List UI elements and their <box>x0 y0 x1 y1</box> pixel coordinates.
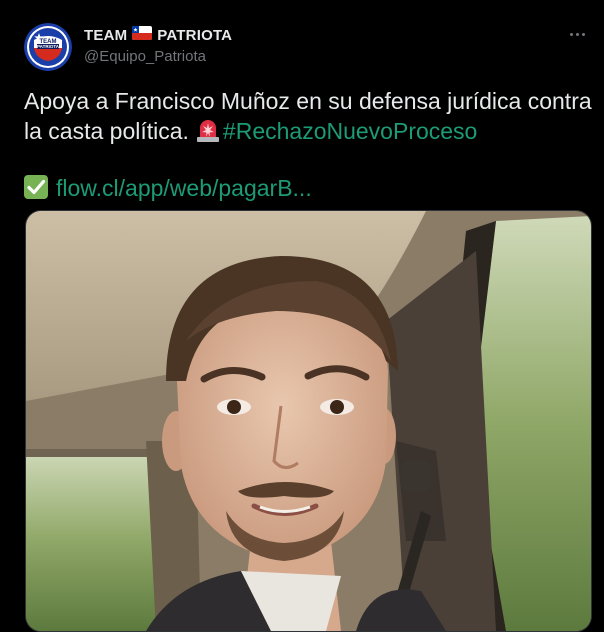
tweet-photo[interactable] <box>25 210 592 632</box>
tweet-line-1: Apoya a Francisco Muñoz en su defensa ju… <box>24 88 592 114</box>
tweet-line-2: la casta política. #RechazoNuevoProceso <box>24 116 599 149</box>
external-link[interactable]: flow.cl/app/web/pagarB... <box>56 175 312 201</box>
avatar-text-bottom: PATRIOTA <box>37 44 60 49</box>
author-info: TEAM PATRIOTA @Equipo_Patriota <box>84 26 232 66</box>
avatar[interactable]: TEAM PATRIOTA <box>24 23 72 71</box>
team-patriota-logo: TEAM PATRIOTA <box>24 23 72 71</box>
rotating-light-icon <box>195 118 221 149</box>
display-name-part2: PATRIOTA <box>157 26 233 44</box>
hashtag-link[interactable]: #RechazoNuevoProceso <box>223 118 477 144</box>
more-dot-icon <box>575 32 579 36</box>
chile-flag-icon <box>132 26 153 45</box>
more-options-button[interactable] <box>564 24 590 44</box>
check-mark-button-icon <box>24 175 48 206</box>
more-dot-icon <box>581 32 585 36</box>
more-dot-icon <box>569 32 573 36</box>
display-name[interactable]: TEAM PATRIOTA <box>84 26 232 45</box>
tweet[interactable]: TEAM PATRIOTA TEAM PATRIOTA @Equipo_Patr… <box>0 0 604 632</box>
tweet-text: Apoya a Francisco Muñoz en su defensa ju… <box>24 86 599 206</box>
tweet-link-line: flow.cl/app/web/pagarB... <box>24 173 599 206</box>
selfie-photo <box>26 211 591 631</box>
display-name-part1: TEAM <box>84 26 128 44</box>
tweet-line-2-text: la casta política. <box>24 118 189 144</box>
user-handle[interactable]: @Equipo_Patriota <box>84 48 232 66</box>
